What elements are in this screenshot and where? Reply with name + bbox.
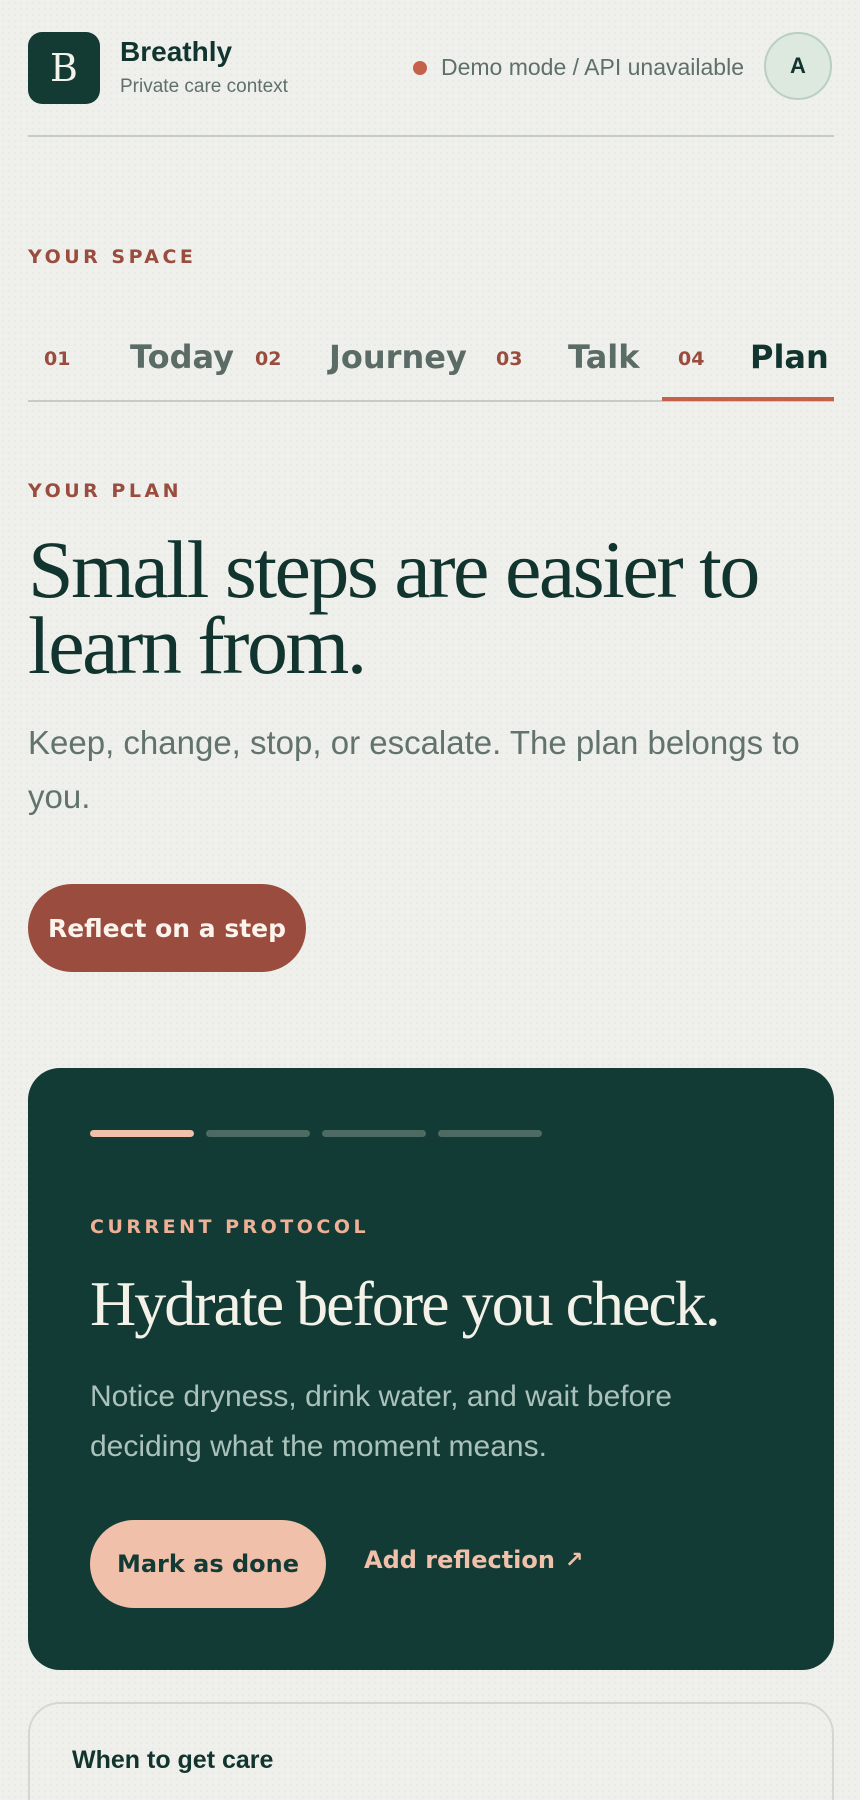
brand-subtitle: Private care context bbox=[120, 76, 288, 97]
tab-label: Today bbox=[130, 338, 234, 376]
protocol-description: Notice dryness, drink water, and wait be… bbox=[90, 1380, 672, 1463]
care-card: When to get care bbox=[28, 1702, 834, 1800]
add-reflection-label: Add reflection bbox=[364, 1546, 555, 1574]
protocol-progress bbox=[90, 1130, 542, 1137]
protocol-card: CURRENT PROTOCOL Hydrate before you chec… bbox=[28, 1068, 834, 1670]
mark-as-done-button[interactable]: Mark as done bbox=[90, 1520, 326, 1608]
plan-eyebrow: YOUR PLAN bbox=[28, 480, 183, 502]
care-card-title: When to get care bbox=[72, 1746, 274, 1774]
protocol-eyebrow: CURRENT PROTOCOL bbox=[90, 1216, 370, 1238]
status-indicator: Demo mode / API unavailable bbox=[412, 54, 744, 81]
tab-number: 02 bbox=[255, 348, 282, 370]
app-header: B Breathly Private care context Demo mod… bbox=[28, 32, 834, 104]
page-subtitle: Keep, change, stop, or escalate. The pla… bbox=[28, 724, 800, 815]
tab-number: 01 bbox=[44, 348, 71, 370]
active-tab-indicator bbox=[662, 397, 834, 401]
add-reflection-link[interactable]: Add reflection ↗ bbox=[364, 1546, 583, 1574]
protocol-title: Hydrate before you check. bbox=[90, 1268, 721, 1339]
status-dot-icon bbox=[412, 60, 427, 75]
tab-number: 03 bbox=[496, 348, 523, 370]
brand-logo[interactable]: B bbox=[28, 32, 100, 104]
page-title-line: learn from. bbox=[28, 600, 367, 691]
progress-segment bbox=[206, 1130, 310, 1137]
tab-number: 04 bbox=[678, 348, 705, 370]
page-title-line: Small steps are easier to bbox=[28, 524, 760, 615]
tab-label: Journey bbox=[329, 338, 467, 376]
progress-segment bbox=[322, 1130, 426, 1137]
avatar[interactable]: A bbox=[764, 32, 832, 100]
reflect-on-step-button[interactable]: Reflect on a step bbox=[28, 884, 306, 972]
arrow-up-right-icon: ↗ bbox=[564, 1547, 584, 1573]
section-eyebrow: YOUR SPACE bbox=[28, 246, 197, 268]
status-text: Demo mode / API unavailable bbox=[440, 54, 744, 80]
header-divider bbox=[28, 135, 834, 137]
progress-segment bbox=[90, 1130, 194, 1137]
tab-bar: 01 Today 02 Journey 03 Talk 04 Plan bbox=[28, 325, 834, 405]
tab-label: Plan bbox=[750, 338, 829, 376]
tab-label: Talk bbox=[568, 338, 640, 376]
brand-name: Breathly bbox=[120, 36, 233, 67]
page-title: Small steps are easier to learn from. bbox=[28, 524, 834, 691]
progress-segment bbox=[438, 1130, 542, 1137]
